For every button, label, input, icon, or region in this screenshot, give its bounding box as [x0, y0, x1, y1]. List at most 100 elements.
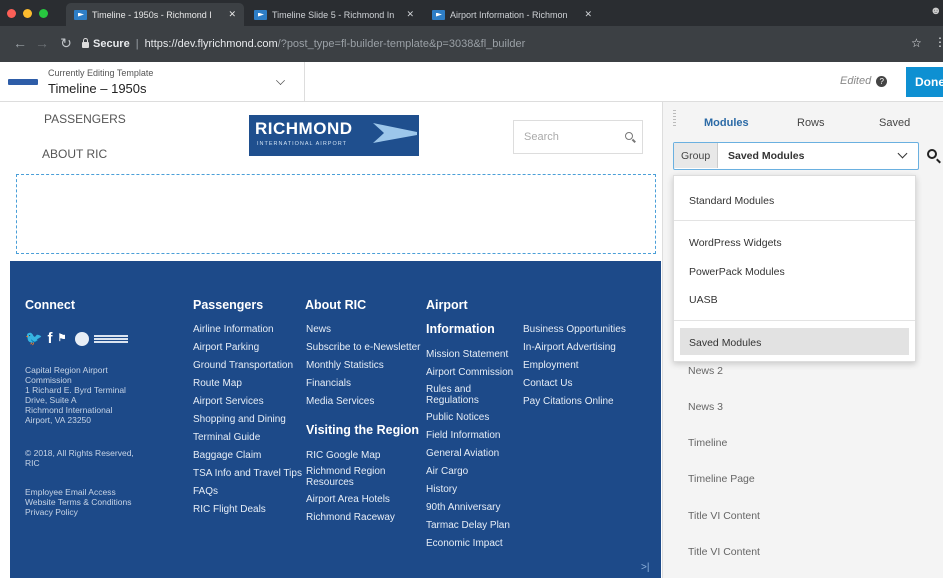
chevron-down-icon[interactable] — [897, 148, 908, 159]
menu-item-powerpack-modules[interactable]: PowerPack Modules — [689, 266, 785, 278]
richmond-logo[interactable]: RICHMOND INTERNATIONAL AIRPORT — [249, 115, 419, 156]
edited-status[interactable]: Edited? — [840, 75, 888, 87]
footer-link[interactable]: Airport Commission — [426, 367, 513, 378]
footer-link[interactable]: Employee Email Access — [25, 487, 116, 497]
saved-module-item[interactable]: Timeline Page — [688, 473, 755, 485]
site-search-input[interactable]: Search — [513, 120, 643, 154]
tsa-logo-icon[interactable] — [75, 331, 90, 346]
flag-icon[interactable]: ⚑ — [57, 333, 66, 344]
footer-link[interactable]: Economic Impact — [426, 538, 503, 549]
search-icon[interactable] — [625, 132, 633, 140]
saved-module-item[interactable]: Timeline — [688, 437, 727, 449]
minimize-window-icon[interactable] — [23, 9, 32, 18]
chevron-down-icon[interactable] — [276, 76, 285, 85]
twitter-icon[interactable]: 🐦 — [25, 330, 42, 347]
footer-link[interactable]: Baggage Claim — [193, 450, 261, 461]
social-links: 🐦 f ⚑ — [25, 330, 129, 347]
footer-link[interactable]: Ground Transportation — [193, 360, 293, 371]
menu-item-saved-modules[interactable]: Saved Modules — [689, 337, 761, 349]
forward-arrow-icon[interactable]: → — [32, 35, 52, 51]
footer-link[interactable]: TSA Info and Travel Tips — [193, 468, 302, 479]
drag-handle-icon[interactable] — [673, 110, 676, 128]
footer-link[interactable]: Media Services — [306, 396, 374, 407]
search-icon[interactable] — [927, 149, 937, 159]
footer-heading-airport[interactable]: Airport — [426, 298, 468, 312]
footer-link[interactable]: Employment — [523, 360, 579, 371]
browser-tab-3[interactable]: Airport Information - Richmon ✕ — [424, 3, 600, 26]
tab-rows[interactable]: Rows — [797, 117, 825, 129]
browser-tab-2[interactable]: Timeline Slide 5 - Richmond In ✕ — [246, 3, 422, 26]
footer-link[interactable]: Public Notices — [426, 412, 489, 423]
footer-link[interactable]: Air Cargo — [426, 466, 468, 477]
nav-link-about-ric[interactable]: ABOUT RIC — [42, 147, 107, 161]
browser-tab-1[interactable]: Timeline - 1950s - Richmond I ✕ — [66, 3, 244, 26]
footer-link[interactable]: FAQs — [193, 486, 218, 497]
footer-link[interactable]: Terminal Guide — [193, 432, 260, 443]
footer-link[interactable]: Monthly Statistics — [306, 360, 384, 371]
back-arrow-icon[interactable]: ← — [10, 35, 30, 51]
footer-link[interactable]: Pay Citations Online — [523, 396, 614, 407]
footer-link[interactable]: 90th Anniversary — [426, 502, 501, 513]
footer-link[interactable]: Airport Area Hotels — [306, 494, 390, 505]
footer-link[interactable]: Subscribe to e-Newsletter — [306, 342, 421, 353]
help-icon[interactable]: ? — [876, 76, 888, 87]
tab-saved[interactable]: Saved — [879, 117, 910, 129]
footer-link[interactable]: Financials — [306, 378, 351, 389]
footer-heading-about[interactable]: About RIC — [305, 298, 366, 312]
reload-icon[interactable]: ↻ — [56, 35, 76, 52]
module-group-select[interactable]: Group Saved Modules — [673, 142, 919, 170]
bookmark-star-icon[interactable]: ☆ — [911, 36, 922, 50]
saved-module-item[interactable]: News 3 — [688, 401, 723, 413]
saved-module-item[interactable]: News 2 — [688, 365, 723, 377]
footer-link[interactable]: Richmond Region Resources — [306, 466, 396, 488]
footer-link[interactable]: Website Terms & Conditions — [25, 497, 131, 507]
footer-link[interactable]: Airport Parking — [193, 342, 259, 353]
footer-link[interactable]: Shopping and Dining — [193, 414, 286, 425]
page-canvas: PASSENGERS ABOUT RIC RICHMOND INTERNATIO… — [0, 102, 661, 578]
footer-link[interactable]: Tarmac Delay Plan — [426, 520, 510, 531]
menu-item-wordpress-widgets[interactable]: WordPress Widgets — [689, 237, 782, 249]
maximize-window-icon[interactable] — [39, 9, 48, 18]
done-button[interactable]: Done — [906, 67, 943, 97]
saved-module-item[interactable]: Title VI Content — [688, 546, 760, 558]
footer-link[interactable]: Airline Information — [193, 324, 274, 335]
template-title[interactable]: Timeline – 1950s — [48, 81, 147, 96]
url-host: https://dev.flyrichmond.com — [144, 38, 278, 50]
footer-link[interactable]: Richmond Raceway — [306, 512, 395, 523]
tab-modules[interactable]: Modules — [704, 117, 749, 129]
module-drop-zone[interactable] — [16, 174, 656, 254]
footer-link[interactable]: Airport Services — [193, 396, 264, 407]
close-tab-icon[interactable]: ✕ — [406, 9, 414, 20]
footer-link[interactable]: History — [426, 484, 457, 495]
footer-heading-passengers[interactable]: Passengers — [193, 298, 263, 312]
footer-link[interactable]: Business Opportunities — [523, 324, 626, 335]
saved-module-item[interactable]: Title VI Content — [688, 510, 760, 522]
footer-link[interactable]: Rules and Regulations — [426, 384, 486, 406]
footer-link[interactable]: RIC Google Map — [306, 450, 380, 461]
footer-heading-airport[interactable]: Information — [426, 322, 495, 336]
footer-link[interactable]: Contact Us — [523, 378, 572, 389]
close-tab-icon[interactable]: ✕ — [584, 9, 592, 20]
address-bar[interactable]: Secure | https://dev.flyrichmond.com /?p… — [82, 33, 902, 55]
profile-icon[interactable]: ☻ — [930, 5, 942, 17]
footer-link[interactable]: Field Information — [426, 430, 500, 441]
close-tab-icon[interactable]: ✕ — [228, 9, 236, 20]
footer-link[interactable]: RIC Flight Deals — [193, 504, 266, 515]
copyright-text: © 2018, All Rights Reserved, — [25, 448, 134, 458]
address-line: Commission — [25, 375, 72, 385]
expand-panel-icon[interactable]: >| — [641, 562, 649, 573]
close-window-icon[interactable] — [7, 9, 16, 18]
facebook-icon[interactable]: f — [47, 330, 52, 347]
footer-link[interactable]: News — [306, 324, 331, 335]
menu-dots-icon[interactable]: ⋮ — [934, 35, 943, 49]
footer-link[interactable]: General Aviation — [426, 448, 499, 459]
menu-item-uasb[interactable]: UASB — [689, 294, 718, 306]
nav-link-passengers[interactable]: PASSENGERS — [44, 112, 126, 126]
footer-link[interactable]: Route Map — [193, 378, 242, 389]
menu-item-standard-modules[interactable]: Standard Modules — [689, 195, 774, 207]
footer-link[interactable]: In-Airport Advertising — [523, 342, 616, 353]
footer-heading-visiting[interactable]: Visiting the Region — [306, 423, 419, 437]
address-line: Richmond International — [25, 405, 113, 415]
footer-link[interactable]: Mission Statement — [426, 349, 508, 360]
footer-link[interactable]: Privacy Policy — [25, 507, 78, 517]
